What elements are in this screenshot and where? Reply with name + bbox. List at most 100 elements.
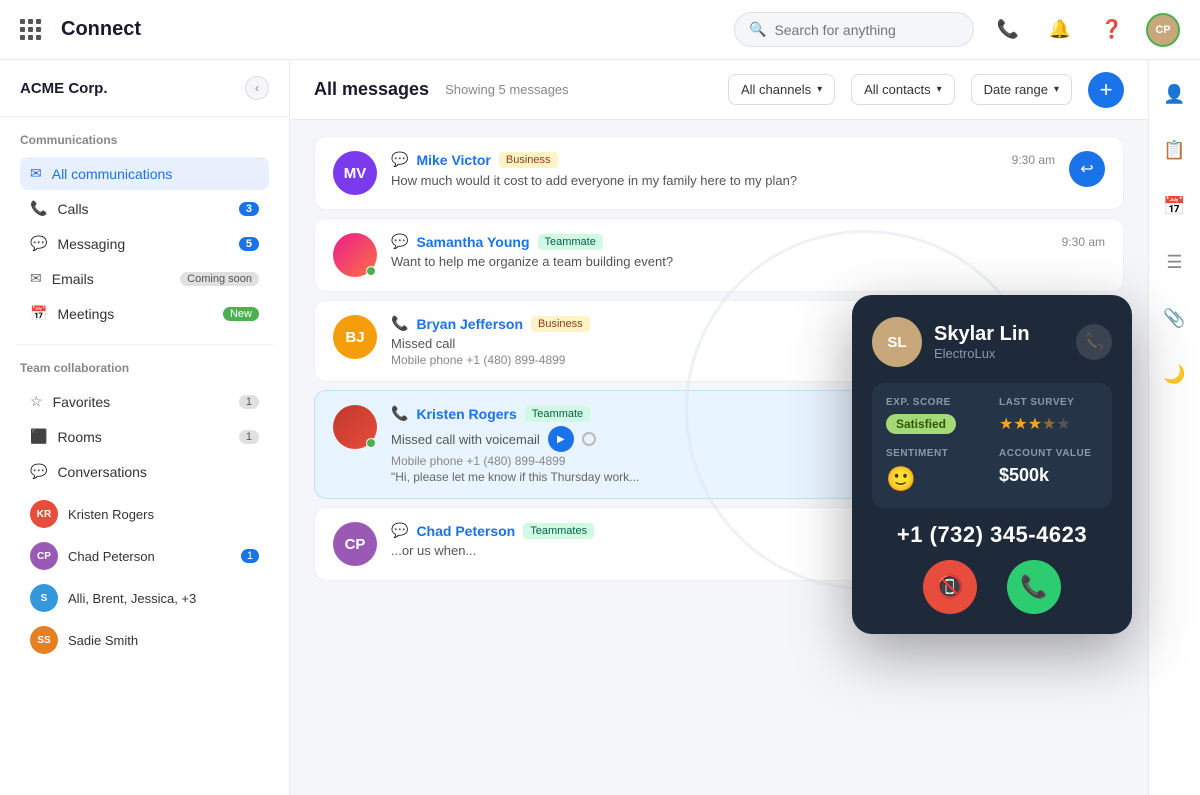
call-card-header: SL Skylar Lin ElectroLux 📞 [872,317,1112,367]
avatar: CP [30,542,58,570]
reply-button[interactable]: ↩ [1069,151,1105,187]
sentiment-stat: SENTIMENT 🙂 [886,448,985,494]
notification-bell-button[interactable]: 🔔 [1042,12,1078,48]
voicemail-dot [582,432,596,446]
conversation-item-sadie[interactable]: SS Sadie Smith [20,620,269,660]
sidebar-item-label: Emails [52,271,170,287]
messages-count: Showing 5 messages [445,82,569,97]
all-contacts-filter[interactable]: All contacts▾ [851,74,955,105]
avatar: CP [333,522,377,566]
call-stats-grid: EXP. SCORE Satisfied LAST SURVEY ★★★★★ S… [872,383,1112,508]
sidebar-item-messaging[interactable]: 💬 Messaging 5 [20,227,269,260]
exp-score-label: EXP. SCORE [886,397,985,408]
sidebar-item-all-communications[interactable]: ✉ All communications [20,157,269,190]
table-icon-button[interactable]: 📋 [1157,132,1193,168]
app-title: Connect [61,18,718,41]
message-tag: Business [499,152,558,168]
avatar: S [30,584,58,612]
top-nav: Connect 🔍 📞 🔔 ❓ CP [0,0,1200,60]
message-preview: Missed call with voicemail [391,432,540,447]
account-value-label: ACCOUNT VALUE [999,448,1098,459]
search-bar[interactable]: 🔍 [734,12,974,47]
favorites-icon: ☆ [30,393,43,410]
message-time: 9:30 am [1062,235,1105,249]
sidebar-header: ACME Corp. ‹ [0,60,289,117]
message-card-samantha-young[interactable]: 💬 Samantha Young Teammate 9:30 am Want t… [314,218,1124,292]
last-survey-stat: LAST SURVEY ★★★★★ [999,397,1098,434]
call-card: SL Skylar Lin ElectroLux 📞 EXP. SCORE Sa… [852,295,1132,634]
conv-name: Chad Peterson [68,549,231,564]
sentiment-emoji: 🙂 [886,465,985,494]
sidebar-item-rooms[interactable]: ⬛ Rooms 1 [20,420,269,453]
conversation-item-group[interactable]: S Alli, Brent, Jessica, +3 [20,578,269,618]
phone-icon-button[interactable]: 📞 [990,12,1026,48]
play-voicemail-button[interactable]: ▶ [548,426,574,452]
calls-badge: 3 [239,202,259,216]
rooms-badge: 1 [239,430,259,444]
search-input[interactable] [774,22,959,38]
exp-score-stat: EXP. SCORE Satisfied [886,397,985,434]
call-card-company: ElectroLux [934,346,1030,361]
help-icon-button[interactable]: ❓ [1094,12,1130,48]
avatar: KR [30,500,58,528]
call-card-phone-button[interactable]: 📞 [1076,324,1112,360]
sidebar-item-label: All communications [52,166,259,182]
sidebar-item-favorites[interactable]: ☆ Favorites 1 [20,385,269,418]
sidebar-item-conversations[interactable]: 💬 Conversations [20,455,269,488]
all-channels-filter[interactable]: All channels▾ [728,74,835,105]
user-avatar[interactable]: CP [1146,13,1180,47]
meetings-badge: New [223,307,259,321]
messaging-badge: 5 [239,237,259,251]
chevron-down-icon: ▾ [817,84,822,95]
date-range-filter[interactable]: Date range▾ [971,74,1072,105]
call-icon: 📞 [391,315,408,332]
conversation-item-kristen[interactable]: KR Kristen Rogers [20,494,269,534]
meetings-icon: 📅 [30,305,47,322]
online-indicator [366,266,376,276]
account-value-stat: ACCOUNT VALUE $500k [999,448,1098,494]
avatar-wrapper [333,233,377,277]
chevron-down-icon: ▾ [937,84,942,95]
conversation-item-chad[interactable]: CP Chad Peterson 1 [20,536,269,576]
call-card-name: Skylar Lin [934,323,1030,346]
all-comms-icon: ✉ [30,165,42,182]
contact-icon-button[interactable]: 👤 [1157,76,1193,112]
conv-name: Sadie Smith [68,633,259,648]
message-preview: Want to help me organize a team building… [391,254,1105,269]
calls-icon: 📞 [30,200,47,217]
avatar-wrapper [333,405,377,449]
sidebar-item-calls[interactable]: 📞 Calls 3 [20,192,269,225]
conv-name: Kristen Rogers [68,507,259,522]
sidebar-item-label: Calls [57,201,228,217]
sidebar-item-label: Messaging [57,236,228,252]
sidebar-collapse-button[interactable]: ‹ [245,76,269,100]
sentiment-label: SENTIMENT [886,448,985,459]
message-icon: 💬 [391,151,408,168]
list-icon-button[interactable]: ☰ [1157,244,1193,280]
company-name: ACME Corp. [20,80,108,97]
message-tag: Teammate [538,234,603,250]
sidebar: ACME Corp. ‹ Communications ✉ All commun… [0,60,290,795]
add-message-button[interactable]: + [1088,72,1124,108]
sidebar-item-label: Conversations [57,464,259,480]
calendar-icon-button[interactable]: 📅 [1157,188,1193,224]
message-tag: Business [531,316,590,332]
message-time: 9:30 am [1012,153,1055,167]
accept-call-button[interactable]: 📞 [1007,560,1061,614]
emails-icon: ✉ [30,270,42,287]
team-section-title: Team collaboration [20,361,269,375]
call-icon: 📞 [391,405,408,422]
moon-icon-button[interactable]: 🌙 [1157,356,1193,392]
avatar: BJ [333,315,377,359]
grid-menu-icon[interactable] [20,19,41,40]
sidebar-item-meetings[interactable]: 📅 Meetings New [20,297,269,330]
sidebar-item-emails[interactable]: ✉ Emails Coming soon [20,262,269,295]
avatar-wrapper: CP [333,522,377,566]
decline-call-button[interactable]: 📵 [923,560,977,614]
paperclip-icon-button[interactable]: 📎 [1157,300,1193,336]
communications-section-title: Communications [20,133,269,147]
sidebar-item-label: Rooms [57,429,228,445]
message-card-mike-victor[interactable]: MV 💬 Mike Victor Business 9:30 am How mu… [314,136,1124,210]
rooms-icon: ⬛ [30,428,47,445]
messages-header: All messages Showing 5 messages All chan… [290,60,1148,120]
